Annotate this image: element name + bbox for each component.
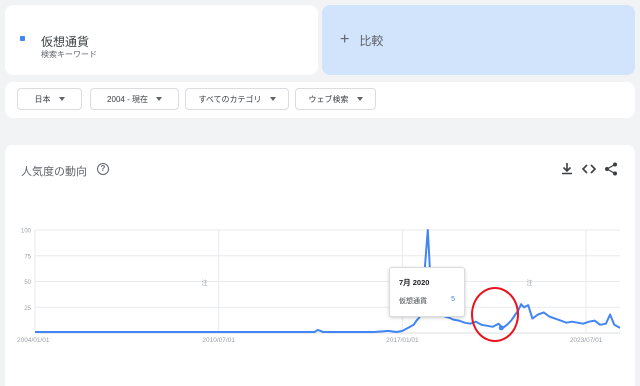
highlight-circle (471, 287, 519, 342)
note-marker[interactable]: 注 (202, 279, 208, 287)
tooltip-value: 5 (451, 296, 455, 303)
x-tick-label: 2004/01/01 (17, 337, 50, 344)
x-tick-label: 2017/01/01 (386, 337, 419, 344)
x-tick-label: 2010/07/01 (202, 337, 235, 344)
y-tick-label: 25 (24, 306, 31, 312)
chart-tooltip: 7月 2020 仮想通貨 5 (389, 267, 465, 317)
tooltip-date: 7月 2020 (399, 278, 430, 287)
y-tick-label: 75 (24, 254, 31, 260)
tooltip-term: 仮想通貨 (399, 298, 427, 305)
y-tick-label: 100 (21, 229, 32, 235)
x-tick-label: 2023/07/01 (570, 337, 603, 344)
note-marker[interactable]: 注 (527, 279, 533, 287)
y-tick-label: 50 (24, 280, 31, 286)
trend-chart[interactable]: 100 75 50 25 2004/01/01 2010/07/01 2017/01/01 2… (0, 0, 640, 386)
